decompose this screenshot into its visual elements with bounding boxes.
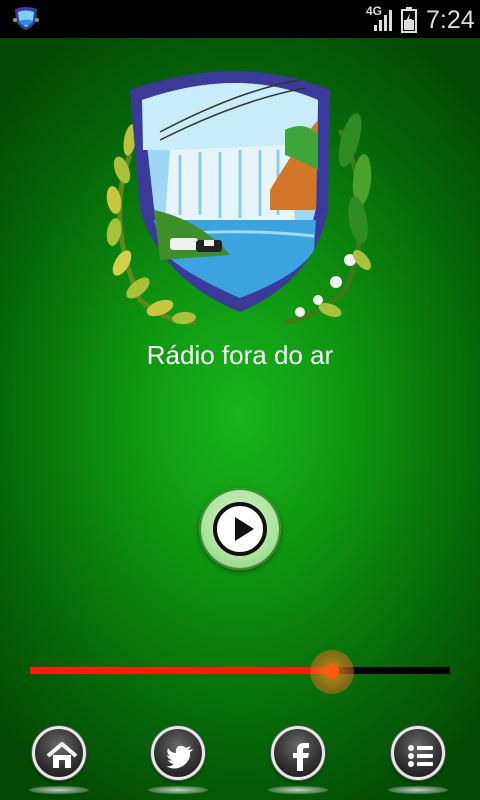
battery-icon [401, 7, 417, 33]
home-button[interactable] [32, 726, 86, 780]
slider-fill [30, 667, 333, 674]
facebook-button[interactable] [271, 726, 325, 780]
play-button[interactable] [199, 488, 281, 570]
volume-slider[interactable] [30, 650, 450, 694]
status-bar: 4G 7:24 [0, 0, 480, 38]
clock: 7:24 [426, 6, 475, 34]
bottom-nav [0, 718, 480, 800]
app-crest-icon [13, 7, 39, 30]
menu-button[interactable] [391, 726, 445, 780]
twitter-icon [166, 745, 193, 769]
station-logo [106, 71, 372, 325]
signal-strength-icon [374, 10, 392, 31]
station-status-text: Rádio fora do ar [146, 340, 334, 370]
menu-list-icon [408, 745, 433, 767]
facebook-icon [293, 743, 309, 771]
home-icon [46, 742, 78, 768]
play-icon [213, 502, 267, 556]
twitter-button[interactable] [151, 726, 205, 780]
